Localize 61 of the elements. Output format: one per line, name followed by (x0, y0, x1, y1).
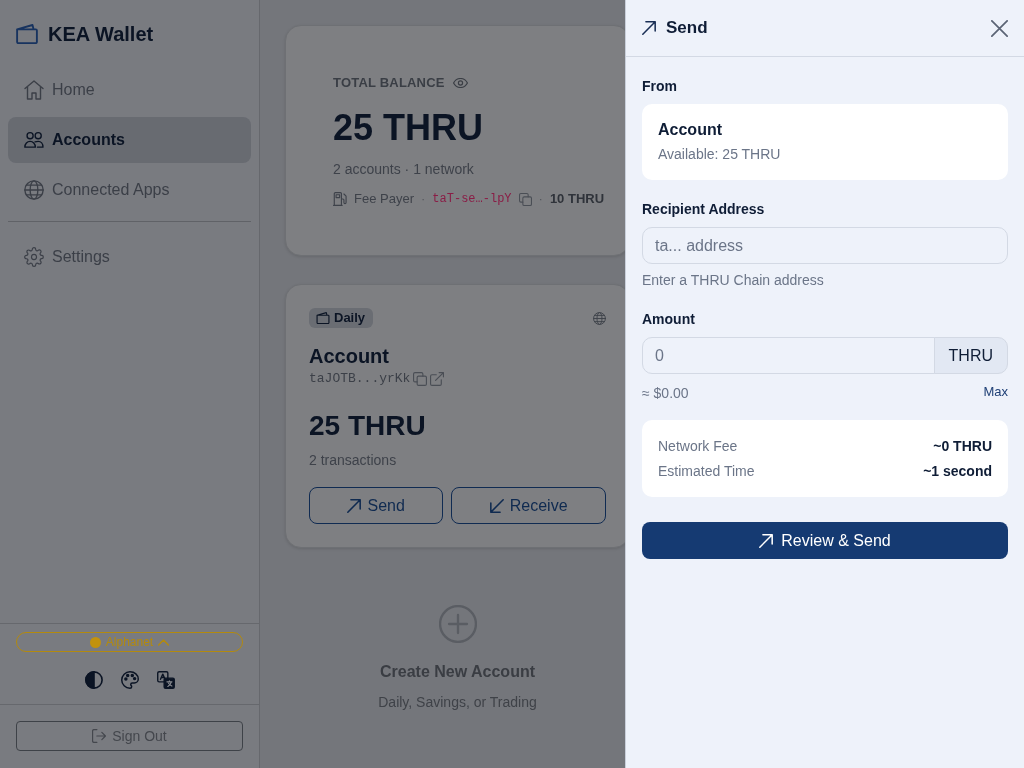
address-input-field[interactable]: ta... address (642, 227, 1008, 264)
sidebar-nav-item[interactable]: Accounts (8, 117, 251, 163)
arrow-up-right-icon (642, 21, 656, 35)
receive-button[interactable]: Receive (451, 487, 606, 524)
status-dot-icon (89, 636, 101, 648)
external-link-icon[interactable] (430, 372, 445, 386)
account-name: Account (309, 344, 390, 368)
total-balance: 25 THRU (333, 106, 485, 149)
fee-payer-label: Fee Payer (354, 190, 414, 208)
field-label: Recipient Address (642, 200, 766, 219)
wallet-icon (16, 23, 38, 44)
detail-value: ~0 THRU (933, 437, 992, 456)
detail-label: Estimated Time (658, 462, 755, 481)
globe-icon (593, 311, 606, 325)
sidebar-nav-item[interactable]: Settings (8, 234, 251, 280)
create-account-title: Create New Account (380, 662, 535, 682)
account-address: taJOTB...yrKk (309, 370, 411, 389)
arrow-up-right-icon (759, 533, 774, 548)
review-send-button[interactable]: Review & Send (642, 522, 1008, 559)
transaction-count: 2 transactions (309, 451, 398, 469)
sidebar-nav-item[interactable]: Home (8, 67, 251, 113)
field-label: From (642, 77, 678, 96)
wallet-icon (316, 312, 330, 324)
settings-icon (24, 247, 44, 267)
close-icon[interactable] (991, 19, 1008, 37)
palette-icon[interactable] (120, 671, 139, 689)
fee-payer-address: taT-se…-lpY (432, 191, 512, 208)
balance-label: TOTAL BALANCE (333, 74, 445, 93)
detail-value: ~1 second (923, 462, 992, 481)
field-label: Amount (642, 310, 696, 329)
separator-dot: · (538, 190, 543, 208)
balance-summary: 2 accounts · 1 network (333, 160, 475, 178)
account-name: Account (658, 120, 723, 140)
account-balance: 25 THRU (309, 409, 427, 443)
caret-icon (158, 638, 170, 646)
sidebar-nav-item[interactable]: Connected Apps (8, 167, 251, 213)
amount-input-field[interactable]: 0 (642, 337, 935, 374)
app-title: KEA Wallet (48, 21, 154, 46)
arrow-down-left-icon (489, 498, 504, 513)
contrast-icon[interactable] (84, 671, 103, 689)
copy-icon[interactable] (518, 192, 532, 206)
max-link[interactable]: Max (983, 382, 1008, 402)
detail-label: Network Fee (658, 437, 738, 456)
arrow-up-right-icon (347, 498, 362, 513)
home-icon (24, 80, 44, 100)
eye-icon[interactable] (452, 78, 468, 88)
fuel-pump-icon (333, 192, 347, 206)
fiat-estimate: ≈ $0.00 (642, 383, 689, 403)
logout-icon (92, 729, 107, 743)
fee-payer-balance: 10 THRU (549, 190, 605, 208)
available-balance: Available: 25 THRU (658, 145, 782, 163)
account-type-label: Daily (334, 309, 366, 328)
currency-label: THRU (933, 337, 1008, 374)
send-button[interactable]: Send (309, 487, 444, 524)
help-text: Enter a THRU Chain address (642, 271, 825, 289)
translate-icon[interactable] (156, 671, 175, 689)
globe-icon (24, 180, 44, 200)
separator-dot: · (421, 190, 426, 208)
people-icon (24, 130, 44, 150)
panel-title: Send (666, 18, 708, 38)
copy-icon[interactable] (413, 372, 428, 386)
